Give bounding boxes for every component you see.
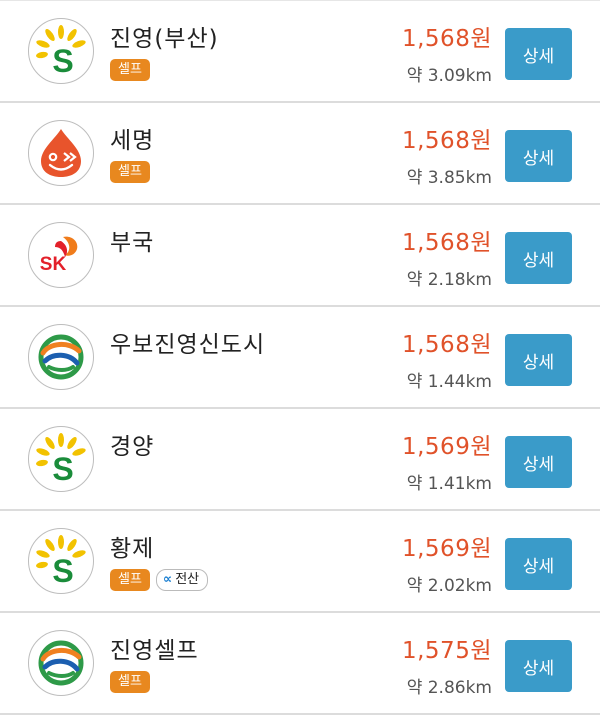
station-distance: 약 3.85km	[406, 168, 492, 188]
fuel-price: 1,568원	[401, 26, 492, 52]
s-oil-icon: S	[28, 426, 94, 492]
station-tags: 셀프 ∝ 전산	[110, 569, 209, 591]
station-name: 우보진영신도시	[110, 332, 266, 358]
detail-button[interactable]: 상세	[505, 130, 572, 182]
self-service-badge: 셀프	[110, 161, 150, 183]
s-oil-icon: S	[28, 528, 94, 594]
station-distance: 약 2.02km	[406, 576, 492, 596]
detail-button[interactable]: 상세	[505, 334, 572, 386]
self-service-badge: 셀프	[110, 569, 150, 591]
svg-text:S: S	[52, 43, 73, 79]
station-distance: 약 3.09km	[406, 66, 492, 86]
detail-button[interactable]: 상세	[505, 436, 572, 488]
station-row[interactable]: SK 부국 1,568원 약 2.18km 상세	[0, 205, 600, 307]
svg-text:S: S	[52, 451, 73, 487]
payment-icon: ∝	[162, 572, 173, 587]
station-row[interactable]: 세명 셀프 1,568원 약 3.85km 상세	[0, 103, 600, 205]
fuel-price: 1,569원	[401, 434, 492, 460]
station-tags: 셀프	[110, 59, 150, 81]
station-distance: 약 1.44km	[406, 372, 492, 392]
fuel-price: 1,569원	[401, 536, 492, 562]
gs-caltex-icon	[28, 120, 94, 186]
hyundai-oilbank-icon	[28, 630, 94, 696]
payment-label: 전산	[175, 572, 200, 587]
station-name: 세명	[110, 128, 155, 154]
station-distance: 약 2.86km	[406, 678, 492, 698]
station-distance: 약 1.41km	[406, 474, 492, 494]
fuel-price: 1,568원	[401, 128, 492, 154]
station-name: 진영셀프	[110, 638, 199, 664]
payment-badge: ∝ 전산	[155, 569, 209, 591]
station-name: 진영(부산)	[110, 26, 219, 52]
fuel-price: 1,568원	[401, 332, 492, 358]
detail-button[interactable]: 상세	[505, 28, 572, 80]
station-name: 부국	[110, 230, 155, 256]
station-row[interactable]: S 진영(부산) 셀프 1,568원 약 3.09km 상세	[0, 1, 600, 103]
station-distance: 약 2.18km	[406, 270, 492, 290]
svg-text:SK: SK	[40, 254, 67, 275]
station-row[interactable]: 진영셀프 셀프 1,575원 약 2.86km 상세	[0, 613, 600, 715]
station-row[interactable]: S 경양 1,569원 약 1.41km 상세	[0, 409, 600, 511]
station-name: 황제	[110, 536, 155, 562]
self-service-badge: 셀프	[110, 59, 150, 81]
station-name: 경양	[110, 434, 155, 460]
fuel-price: 1,568원	[401, 230, 492, 256]
detail-button[interactable]: 상세	[505, 232, 572, 284]
station-list: S 진영(부산) 셀프 1,568원 약 3.09km 상세 세명 셀프 1,5…	[0, 0, 600, 718]
s-oil-icon: S	[28, 18, 94, 84]
svg-text:S: S	[52, 553, 73, 589]
detail-button[interactable]: 상세	[505, 640, 572, 692]
station-tags: 셀프	[110, 671, 150, 693]
detail-button[interactable]: 상세	[505, 538, 572, 590]
hyundai-oilbank-icon	[28, 324, 94, 390]
self-service-badge: 셀프	[110, 671, 150, 693]
sk-energy-icon: SK	[28, 222, 94, 288]
station-row[interactable]: S 황제 셀프 ∝ 전산 1,569원 약 2.02km 상세	[0, 511, 600, 613]
fuel-price: 1,575원	[401, 638, 492, 664]
station-tags: 셀프	[110, 161, 150, 183]
station-row[interactable]: 우보진영신도시 1,568원 약 1.44km 상세	[0, 307, 600, 409]
